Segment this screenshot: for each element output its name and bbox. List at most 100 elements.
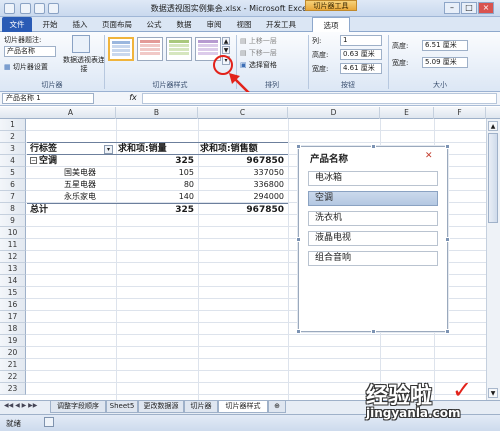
send-backward-button[interactable]: ▤ 下移一层 — [240, 48, 277, 58]
collapse-icon[interactable]: − — [30, 157, 37, 164]
slicer-height-input[interactable]: 6.51 厘米 — [422, 40, 468, 51]
resize-handle[interactable] — [296, 329, 301, 334]
row-header[interactable]: 2 — [0, 131, 26, 143]
slicer-style-swatch-3[interactable] — [166, 37, 192, 61]
slicer-style-swatch-2[interactable] — [137, 37, 163, 61]
excel-app-icon[interactable] — [4, 3, 15, 14]
pivot-row-label: 国美电器 — [64, 168, 96, 177]
resize-handle[interactable] — [296, 237, 301, 242]
row-header[interactable]: 8 — [0, 203, 26, 215]
resize-handle[interactable] — [296, 144, 301, 149]
slicer-item[interactable]: 液晶电视 — [308, 231, 438, 246]
row-header[interactable]: 13 — [0, 263, 26, 275]
tab-file[interactable]: 文件 — [2, 17, 32, 32]
row-header[interactable]: 20 — [0, 347, 26, 359]
slicer-item-selected[interactable]: 空调 — [308, 191, 438, 206]
column-header-c[interactable]: C — [198, 107, 288, 119]
pivot-connections-button[interactable]: 数据透视表连接 — [60, 56, 108, 74]
row-header[interactable]: 10 — [0, 227, 26, 239]
row-header[interactable]: 7 — [0, 191, 26, 203]
fx-icon[interactable]: fx — [127, 93, 139, 104]
column-header-d[interactable]: D — [288, 107, 380, 119]
row-header[interactable]: 5 — [0, 167, 26, 179]
redo-icon[interactable] — [48, 3, 59, 14]
undo-icon[interactable] — [34, 3, 45, 14]
row-header[interactable]: 22 — [0, 371, 26, 383]
pivot-row-label: 永乐家电 — [64, 192, 96, 201]
column-header-a[interactable]: A — [26, 107, 116, 119]
slicer-settings-button[interactable]: ▦ 切片器设置 — [4, 62, 48, 72]
button-width-input[interactable]: 4.61 厘米 — [340, 63, 382, 74]
row-header[interactable]: 18 — [0, 323, 26, 335]
macro-record-icon[interactable] — [44, 417, 54, 427]
sheet-tab[interactable]: 切片器 — [184, 401, 218, 413]
bring-forward-button[interactable]: ▤ 上移一层 — [240, 36, 277, 46]
resize-handle[interactable] — [445, 144, 450, 149]
selection-pane-button[interactable]: ▣ 选择窗格 — [240, 60, 277, 70]
row-header[interactable]: 16 — [0, 299, 26, 311]
tab-options[interactable]: 选项 — [312, 17, 350, 32]
save-icon[interactable] — [20, 3, 31, 14]
tab-formulas[interactable]: 公式 — [140, 17, 168, 32]
row-header[interactable]: 3 — [0, 143, 26, 155]
tab-insert[interactable]: 插入 — [66, 17, 94, 32]
row-header[interactable]: 9 — [0, 215, 26, 227]
restore-button[interactable]: □ — [461, 2, 477, 14]
close-button[interactable]: × — [478, 2, 494, 14]
send-backward-label: 下移一层 — [248, 49, 277, 57]
tab-home[interactable]: 开始 — [36, 17, 64, 32]
slicer-item[interactable]: 洗衣机 — [308, 211, 438, 226]
row-header[interactable]: 19 — [0, 335, 26, 347]
row-header[interactable]: 15 — [0, 287, 26, 299]
selection-pane-icon: ▣ — [240, 61, 247, 69]
columns-input[interactable]: 1 — [340, 35, 382, 46]
resize-handle[interactable] — [371, 144, 376, 149]
row-header[interactable]: 21 — [0, 359, 26, 371]
sheet-tab-active[interactable]: 切片器样式 — [218, 401, 268, 413]
resize-handle[interactable] — [445, 329, 450, 334]
slicer-item[interactable]: 组合音响 — [308, 251, 438, 266]
slicer-style-swatch-1[interactable] — [108, 37, 134, 61]
scroll-thumb[interactable] — [488, 133, 498, 223]
row-header[interactable]: 11 — [0, 239, 26, 251]
tab-view[interactable]: 视图 — [230, 17, 258, 32]
row-header[interactable]: 6 — [0, 179, 26, 191]
formula-input[interactable] — [142, 93, 497, 104]
sheet-tab[interactable]: 调整字段顺序 — [50, 401, 106, 413]
swatch-row — [169, 52, 189, 55]
tab-page-layout[interactable]: 页面布局 — [96, 17, 138, 32]
clear-filter-icon[interactable]: ✕ — [425, 151, 437, 162]
sheet-tab[interactable]: Sheet5 — [106, 401, 138, 413]
watermark: 经验啦 ✓ jingyanla.com — [360, 376, 500, 424]
grid-line — [26, 346, 486, 347]
styles-scroll-up-icon[interactable]: ▲ — [222, 37, 230, 45]
sheet-nav-icon[interactable]: ◀◀ ◀ ▶ ▶▶ — [4, 402, 37, 409]
column-header-e[interactable]: E — [380, 107, 434, 119]
row-header[interactable]: 23 — [0, 383, 26, 395]
pivot-group-qty: 325 — [175, 156, 194, 166]
slicer-width-input[interactable]: 5.09 厘米 — [422, 57, 468, 68]
row-header[interactable]: 14 — [0, 275, 26, 287]
button-height-input[interactable]: 0.63 厘米 — [340, 49, 382, 60]
tab-review[interactable]: 审阅 — [200, 17, 228, 32]
filter-dropdown-icon[interactable]: ▾ — [104, 145, 113, 154]
insert-sheet-icon[interactable]: ⊕ — [268, 401, 286, 413]
tab-developer[interactable]: 开发工具 — [260, 17, 302, 32]
row-header[interactable]: 12 — [0, 251, 26, 263]
tab-data[interactable]: 数据 — [170, 17, 198, 32]
row-header[interactable]: 17 — [0, 311, 26, 323]
slicer-item[interactable]: 电冰箱 — [308, 171, 438, 186]
styles-scroll-down-icon[interactable]: ▼ — [222, 46, 230, 54]
row-header[interactable]: 4 — [0, 155, 26, 167]
sheet-tab[interactable]: 更改数据源 — [138, 401, 184, 413]
name-box[interactable]: 产品名称 1 — [2, 93, 94, 104]
resize-handle[interactable] — [371, 329, 376, 334]
row-header[interactable]: 1 — [0, 119, 26, 131]
minimize-button[interactable]: – — [444, 2, 460, 14]
column-header-b[interactable]: B — [116, 107, 198, 119]
scroll-up-icon[interactable]: ▲ — [488, 121, 498, 131]
resize-handle[interactable] — [445, 237, 450, 242]
selection-pane-label: 选择窗格 — [248, 61, 277, 69]
column-header-f[interactable]: F — [434, 107, 486, 119]
slicer-caption-input[interactable]: 产品名称 — [4, 46, 56, 57]
